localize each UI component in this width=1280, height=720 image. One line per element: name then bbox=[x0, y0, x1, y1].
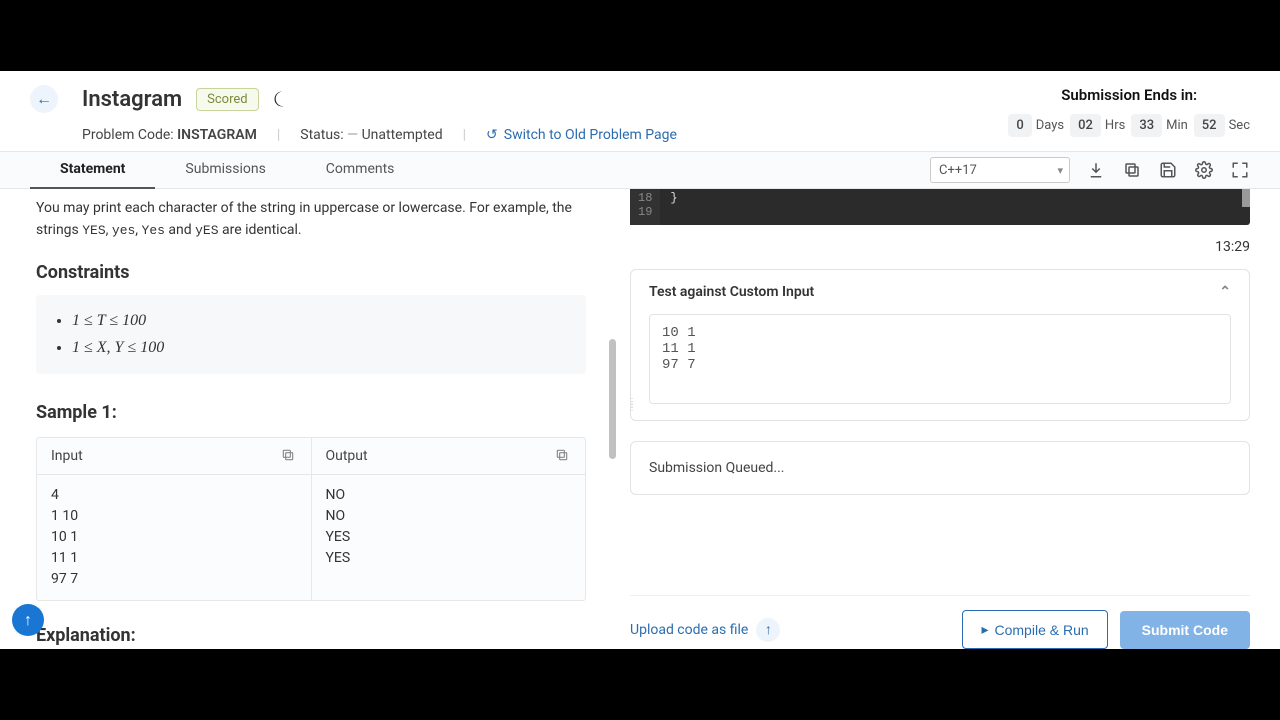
submission-status-panel: Submission Queued... bbox=[630, 441, 1250, 495]
output-body: NO NO YES YES bbox=[312, 475, 586, 579]
copy-icon[interactable] bbox=[1122, 160, 1142, 180]
timer-title: Submission Ends in: bbox=[1008, 86, 1250, 104]
days-label: Days bbox=[1036, 118, 1064, 133]
statement-pane[interactable]: You may print each character of the stri… bbox=[0, 189, 616, 649]
letterbox-top bbox=[0, 0, 1280, 71]
custom-input-textarea[interactable]: 10 1 11 1 97 7 bbox=[649, 314, 1231, 404]
separator: | bbox=[277, 127, 280, 143]
custom-input-title: Test against Custom Input bbox=[649, 284, 814, 300]
explanation-heading: Explanation: bbox=[36, 625, 586, 646]
copy-input-button[interactable] bbox=[281, 448, 297, 464]
bottom-bar: Upload code as file ↑ ▸ Compile & Run Su… bbox=[630, 595, 1250, 649]
upload-label: Upload code as file bbox=[630, 622, 748, 638]
line-number-18: 18 bbox=[638, 191, 652, 205]
compile-label: Compile & Run bbox=[995, 622, 1089, 638]
app-container: ← Instagram Scored Problem Code: INSTAGR… bbox=[0, 71, 1280, 649]
days-value: 0 bbox=[1008, 114, 1031, 137]
save-icon[interactable] bbox=[1158, 160, 1178, 180]
statement-scrollbar[interactable] bbox=[609, 339, 616, 459]
language-value: C++17 bbox=[939, 163, 977, 178]
description-text: You may print each character of the stri… bbox=[36, 197, 586, 242]
sec-value: 52 bbox=[1194, 114, 1225, 137]
min-value: 33 bbox=[1131, 114, 1162, 137]
dark-mode-toggle[interactable] bbox=[273, 89, 293, 109]
constraints-heading: Constraints bbox=[36, 262, 586, 283]
scored-badge: Scored bbox=[196, 88, 258, 111]
code-content: } bbox=[660, 189, 687, 225]
upload-icon: ↑ bbox=[756, 618, 780, 642]
moon-icon bbox=[273, 90, 291, 108]
settings-icon[interactable] bbox=[1194, 160, 1214, 180]
play-icon: ▸ bbox=[981, 621, 988, 638]
fullscreen-icon[interactable] bbox=[1230, 160, 1250, 180]
yes-var3: Yes bbox=[142, 223, 165, 238]
and: and bbox=[165, 222, 195, 238]
timer-block: Submission Ends in: 0 Days 02 Hrs 33 Min 52… bbox=[1008, 86, 1250, 137]
arrow-left-icon: ← bbox=[36, 89, 52, 109]
constraint-1: 1 ≤ T ≤ 100 bbox=[72, 307, 568, 334]
constraint-2: 1 ≤ X, Y ≤ 100 bbox=[72, 334, 568, 361]
page-title: Instagram bbox=[82, 87, 182, 112]
download-icon[interactable] bbox=[1086, 160, 1106, 180]
chevron-up-icon: ⌃ bbox=[1219, 284, 1231, 300]
copy-output-button[interactable] bbox=[555, 448, 571, 464]
output-label: Output bbox=[326, 448, 368, 464]
queue-text: Submission Queued... bbox=[649, 460, 785, 476]
min-label: Min bbox=[1166, 118, 1188, 133]
arrow-up-icon: ↑ bbox=[24, 610, 32, 630]
separator: | bbox=[463, 127, 466, 143]
scroll-top-fab[interactable]: ↑ bbox=[12, 604, 44, 636]
code-line-18: } bbox=[670, 191, 677, 205]
editor-toolbar: C++17 bbox=[930, 157, 1250, 183]
tabs: Statement Submissions Comments bbox=[30, 151, 424, 189]
sample-heading: Sample 1: bbox=[36, 402, 586, 423]
tab-statement[interactable]: Statement bbox=[30, 151, 155, 189]
input-body: 4 1 10 10 1 11 1 97 7 bbox=[37, 475, 311, 600]
editor-pane: 18 19 } 13:29 Test against Custom Input … bbox=[616, 189, 1280, 649]
main-split: You may print each character of the stri… bbox=[0, 189, 1280, 649]
toolbar: Statement Submissions Comments C++17 bbox=[0, 151, 1280, 189]
constraints-box: 1 ≤ T ≤ 100 1 ≤ X, Y ≤ 100 bbox=[36, 295, 586, 373]
timer-units: 0 Days 02 Hrs 33 Min 52 Sec bbox=[1008, 114, 1250, 137]
status-value: Unattempted bbox=[362, 127, 443, 143]
tab-submissions[interactable]: Submissions bbox=[155, 151, 295, 189]
custom-input-panel: Test against Custom Input ⌃ 10 1 11 1 97… bbox=[630, 269, 1250, 421]
language-select[interactable]: C++17 bbox=[930, 157, 1070, 183]
input-column: Input 4 1 10 10 1 11 1 97 7 bbox=[37, 438, 312, 600]
letterbox-bottom bbox=[0, 649, 1280, 720]
input-label: Input bbox=[51, 448, 83, 464]
status-label: Status: bbox=[300, 127, 343, 143]
problem-code-value: INSTAGRAM bbox=[177, 127, 257, 143]
code-editor[interactable]: 18 19 } bbox=[630, 189, 1250, 225]
hrs-value: 02 bbox=[1070, 114, 1101, 137]
output-column: Output NO NO YES YES bbox=[312, 438, 586, 600]
tab-comments[interactable]: Comments bbox=[296, 151, 425, 189]
sec-label: Sec bbox=[1229, 118, 1250, 133]
yes-var2: yes bbox=[112, 223, 135, 238]
upload-code-link[interactable]: Upload code as file ↑ bbox=[630, 618, 780, 642]
editor-timestamp: 13:29 bbox=[630, 239, 1250, 255]
status: Status: — Unattempted bbox=[300, 127, 442, 143]
problem-code: Problem Code: INSTAGRAM bbox=[82, 127, 257, 143]
status-dash: — bbox=[347, 127, 358, 143]
refresh-icon: ↺ bbox=[486, 127, 498, 143]
line-gutter: 18 19 bbox=[630, 189, 660, 225]
problem-code-label: Problem Code: bbox=[82, 127, 174, 143]
switch-link-label: Switch to Old Problem Page bbox=[504, 127, 677, 143]
desc-post: are identical. bbox=[219, 222, 302, 238]
compile-run-button[interactable]: ▸ Compile & Run bbox=[962, 610, 1107, 649]
hrs-label: Hrs bbox=[1105, 118, 1125, 133]
switch-old-page-link[interactable]: ↺ Switch to Old Problem Page bbox=[486, 127, 677, 143]
editor-scrollbar[interactable] bbox=[1242, 189, 1250, 207]
yes-var4: yES bbox=[195, 223, 218, 238]
line-number-19: 19 bbox=[638, 205, 652, 219]
submit-code-button[interactable]: Submit Code bbox=[1120, 611, 1250, 649]
back-button[interactable]: ← bbox=[30, 85, 58, 113]
yes-var1: YES bbox=[82, 223, 105, 238]
sample-table: Input 4 1 10 10 1 11 1 97 7 Output NO NO… bbox=[36, 437, 586, 601]
custom-input-header[interactable]: Test against Custom Input ⌃ bbox=[631, 270, 1249, 314]
